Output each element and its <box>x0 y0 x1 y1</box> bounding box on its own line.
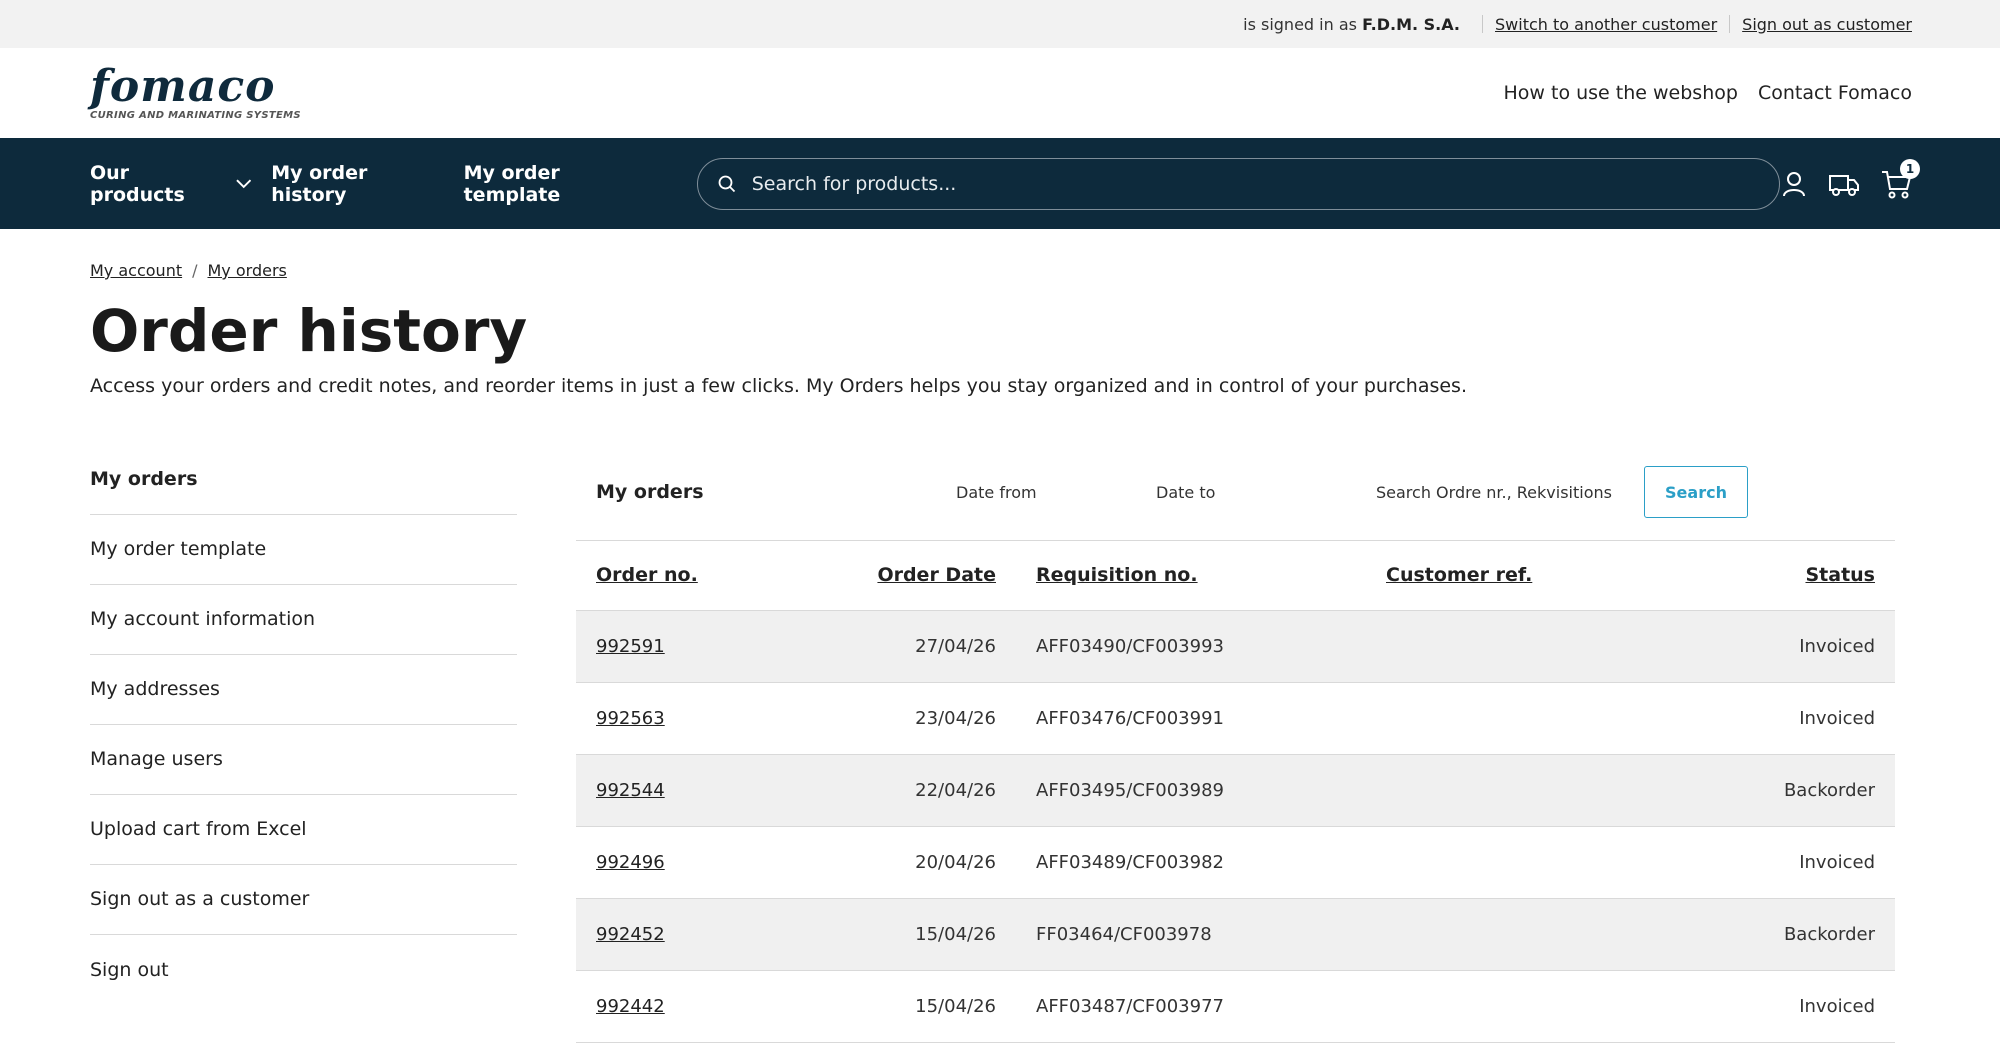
table-row[interactable]: 992442 15/04/26 AFF03487/CF003977 Invoic… <box>576 970 1895 1044</box>
order-number-link[interactable]: 992442 <box>596 996 665 1017</box>
signout-customer-link[interactable]: Sign out as customer <box>1742 15 1912 34</box>
main-area: My orders My order template My account i… <box>90 445 1910 1044</box>
col-order-no[interactable]: Order no. <box>576 540 796 612</box>
sidebar-item-account-info[interactable]: My account information <box>90 585 517 655</box>
order-status: Invoiced <box>1686 610 1895 684</box>
order-number-link[interactable]: 992563 <box>596 708 665 729</box>
product-search-input[interactable] <box>751 172 1752 195</box>
signed-in-prefix: is signed in as <box>1243 14 1357 34</box>
orders-table: Order no. Order Date Requisition no. Cus… <box>576 540 1895 1044</box>
orders-panel: My orders Search Order no. Order Date Re… <box>576 445 1895 1044</box>
orders-title: My orders <box>596 481 704 504</box>
sidebar-item-manage-users[interactable]: Manage users <box>90 725 517 795</box>
account-sidebar: My orders My order template My account i… <box>90 445 517 1044</box>
sidebar-item-my-orders[interactable]: My orders <box>90 445 517 515</box>
nav-order-history[interactable]: My order history <box>271 162 443 206</box>
customer-ref <box>1386 970 1686 1044</box>
product-search <box>696 157 1780 210</box>
divider <box>1482 15 1484 33</box>
order-date: 20/04/26 <box>796 826 996 900</box>
signed-in-text: is signed in as F.D.M. S.A. <box>1243 15 1460 34</box>
contact-link[interactable]: Contact Fomaco <box>1758 82 1912 104</box>
sidebar-item-signout-customer[interactable]: Sign out as a customer <box>90 865 517 935</box>
customer-name: F.D.M. S.A. <box>1362 14 1461 34</box>
date-from-input[interactable] <box>956 482 1156 502</box>
breadcrumb-my-orders[interactable]: My orders <box>208 261 287 280</box>
search-icon <box>718 175 735 192</box>
customer-ref <box>1386 754 1686 828</box>
nav-order-template[interactable]: My order template <box>464 162 657 206</box>
order-number-link[interactable]: 992452 <box>596 924 665 945</box>
order-search-input[interactable] <box>1376 482 1612 502</box>
table-row[interactable]: 992452 15/04/26 FF03464/CF003978 Backord… <box>576 898 1895 972</box>
order-date: 15/04/26 <box>796 970 996 1044</box>
requisition-no: AFF03487/CF003977 <box>996 970 1386 1044</box>
customer-ref <box>1386 682 1686 756</box>
switch-customer-link[interactable]: Switch to another customer <box>1495 15 1717 34</box>
sidebar-item-upload-excel[interactable]: Upload cart from Excel <box>90 795 517 865</box>
chevron-down-icon <box>236 178 251 188</box>
site-header: fomaco CURING AND MARINATING SYSTEMS How… <box>0 48 2000 138</box>
truck-icon <box>1829 174 1859 196</box>
order-number-link[interactable]: 992496 <box>596 852 665 873</box>
table-row[interactable]: 992563 23/04/26 AFF03476/CF003991 Invoic… <box>576 682 1895 756</box>
order-status: Backorder <box>1686 898 1895 972</box>
table-row[interactable]: 992544 22/04/26 AFF03495/CF003989 Backor… <box>576 754 1895 828</box>
impersonation-bar: is signed in as F.D.M. S.A. Switch to an… <box>0 0 2000 48</box>
cart-count-badge: 1 <box>1900 158 1920 179</box>
date-to-input[interactable] <box>1156 482 1356 502</box>
order-number-link[interactable]: 992544 <box>596 780 665 801</box>
logo-tagline: CURING AND MARINATING SYSTEMS <box>90 110 301 121</box>
how-to-link[interactable]: How to use the webshop <box>1504 82 1738 104</box>
sidebar-item-signout[interactable]: Sign out <box>90 935 517 1005</box>
order-date: 27/04/26 <box>796 610 996 684</box>
main-navbar: Our products My order history My order t… <box>0 138 2000 229</box>
order-status: Invoiced <box>1686 682 1895 756</box>
page-intro: Access your orders and credit notes, and… <box>90 374 1467 397</box>
col-customer-ref[interactable]: Customer ref. <box>1386 540 1686 612</box>
order-status: Backorder <box>1686 754 1895 828</box>
delivery-button[interactable] <box>1828 170 1860 198</box>
nav-our-products-label: Our products <box>90 161 185 206</box>
logo-wordmark: fomaco <box>90 61 276 112</box>
nav-icons: 1 <box>1780 158 1920 199</box>
requisition-no: FF03464/CF003978 <box>996 898 1386 972</box>
breadcrumb-my-account[interactable]: My account <box>90 261 182 280</box>
order-date: 15/04/26 <box>796 898 996 972</box>
breadcrumb: My account / My orders <box>90 261 1910 280</box>
order-number-link[interactable]: 992591 <box>596 636 665 657</box>
cart-button[interactable]: 1 <box>1880 158 1920 199</box>
user-icon <box>1783 171 1805 196</box>
table-row[interactable]: 992591 27/04/26 AFF03490/CF003993 Invoic… <box>576 610 1895 684</box>
col-requisition-no[interactable]: Requisition no. <box>996 540 1386 612</box>
requisition-no: AFF03490/CF003993 <box>996 610 1386 684</box>
customer-ref <box>1386 826 1686 900</box>
requisition-no: AFF03489/CF003982 <box>996 826 1386 900</box>
requisition-no: AFF03476/CF003991 <box>996 682 1386 756</box>
search-button[interactable]: Search <box>1644 466 1748 519</box>
page-content: My account / My orders Order history Acc… <box>0 261 2000 1044</box>
col-order-date[interactable]: Order Date <box>796 540 996 612</box>
divider <box>1729 15 1731 33</box>
header-links: How to use the webshop Contact Fomaco <box>1504 82 1912 104</box>
table-row[interactable]: 992496 20/04/26 AFF03489/CF003982 Invoic… <box>576 826 1895 900</box>
order-date: 22/04/26 <box>796 754 996 828</box>
order-status: Invoiced <box>1686 970 1895 1044</box>
fomaco-logo[interactable]: fomaco CURING AND MARINATING SYSTEMS <box>90 65 301 121</box>
customer-ref <box>1386 898 1686 972</box>
nav-our-products[interactable]: Our products <box>90 162 251 206</box>
order-date: 23/04/26 <box>796 682 996 756</box>
sidebar-item-addresses[interactable]: My addresses <box>90 655 517 725</box>
orders-filter-bar: My orders Search <box>576 445 1895 541</box>
col-status[interactable]: Status <box>1686 540 1895 612</box>
order-status: Invoiced <box>1686 826 1895 900</box>
account-button[interactable] <box>1780 170 1808 198</box>
sidebar-item-order-template[interactable]: My order template <box>90 515 517 585</box>
table-header-row: Order no. Order Date Requisition no. Cus… <box>576 540 1895 612</box>
customer-ref <box>1386 610 1686 684</box>
breadcrumb-separator: / <box>192 261 198 280</box>
requisition-no: AFF03495/CF003989 <box>996 754 1386 828</box>
page-title: Order history <box>90 297 528 365</box>
